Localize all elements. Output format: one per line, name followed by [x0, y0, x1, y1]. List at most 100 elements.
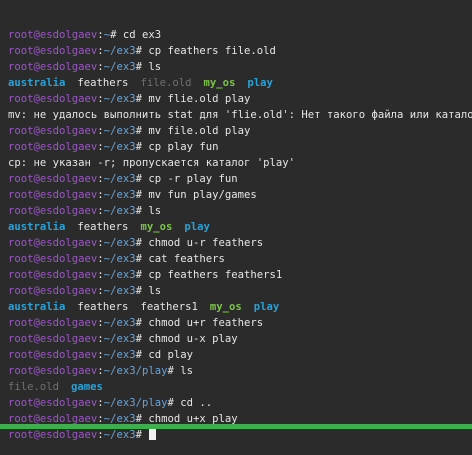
- ls-entry-dir: australia: [8, 77, 66, 89]
- ls-listing: australia feathers file.old my_os play: [8, 75, 472, 91]
- prompt-line: root@esdolgaev:~/ex3# ls: [8, 59, 472, 75]
- ls-entry-dir: australia: [8, 301, 66, 313]
- prompt-user: root@esdolgaev: [8, 317, 98, 329]
- prompt-user: root@esdolgaev: [8, 173, 98, 185]
- command-text: cp -r play fun: [141, 173, 238, 185]
- prompt-line: root@esdolgaev:~/ex3# chmod u-r feathers: [8, 235, 472, 251]
- ls-entry-file: feathers: [77, 221, 129, 233]
- prompt-line: root@esdolgaev:~/ex3# ls: [8, 283, 472, 299]
- prompt-path: ~/ex3: [103, 125, 136, 137]
- prompt-path: ~/ex3: [103, 253, 136, 265]
- prompt-line: root@esdolgaev:~/ex3# ls: [8, 203, 472, 219]
- prompt-user: root@esdolgaev: [8, 141, 98, 153]
- prompt-user: root@esdolgaev: [8, 397, 98, 409]
- prompt-path: ~/ex3: [103, 269, 136, 281]
- ls-entry-direxec: my_os: [203, 77, 236, 89]
- command-text: ls: [141, 205, 162, 217]
- prompt-path: ~/ex3: [103, 237, 136, 249]
- prompt-line: root@esdolgaev:~/ex3# mv fun play/games: [8, 187, 472, 203]
- output-text: cp: не указан -r; пропускается каталог '…: [8, 157, 296, 169]
- ls-entry-file: feathers1: [140, 301, 198, 313]
- ls-entry-dir: play: [253, 301, 280, 313]
- prompt-user: root@esdolgaev: [8, 61, 98, 73]
- command-text: cp feathers file.old: [141, 45, 276, 57]
- prompt-line: root@esdolgaev:~# cd ex3: [8, 27, 472, 43]
- prompt-path: ~/ex3/play: [103, 397, 168, 409]
- ls-entry-file: feathers: [77, 301, 129, 313]
- ls-listing: australia feathers my_os play: [8, 219, 472, 235]
- ls-listing: australia feathers feathers1 my_os play: [8, 299, 472, 315]
- command-text: ls: [173, 365, 193, 377]
- prompt-path: ~/ex3: [103, 93, 136, 105]
- ls-entry-dir: games: [71, 381, 103, 393]
- terminal-output: root@esdolgaev:~# cd ex3 root@esdolgaev:~…: [8, 27, 472, 443]
- prompt-line: root@esdolgaev:~/ex3# mv flie.old play: [8, 91, 472, 107]
- prompt-user: root@esdolgaev: [8, 285, 98, 297]
- prompt-user: root@esdolgaev: [8, 45, 98, 57]
- prompt-path: ~/ex3: [103, 285, 136, 297]
- prompt-line: root@esdolgaev:~/ex3# cp feathers feathe…: [8, 267, 472, 283]
- prompt-path: ~/ex3: [103, 349, 136, 361]
- prompt-line: root@esdolgaev:~/ex3# chmod u-x play: [8, 331, 472, 347]
- prompt-user: root@esdolgaev: [8, 349, 98, 361]
- ls-entry-direxec: my_os: [140, 221, 173, 233]
- prompt-line: root@esdolgaev:~/ex3# mv file.old play: [8, 123, 472, 139]
- prompt-line: root@esdolgaev:~/ex3# cp feathers file.o…: [8, 43, 472, 59]
- prompt-path: ~/ex3: [103, 173, 136, 185]
- command-text: [142, 429, 148, 441]
- prompt-line: root@esdolgaev:~/ex3# cat feathers: [8, 251, 472, 267]
- prompt-path: ~/ex3: [103, 205, 136, 217]
- command-text: cp play fun: [141, 141, 219, 153]
- prompt-user: root@esdolgaev: [8, 29, 98, 41]
- prompt-path: ~/ex3: [103, 189, 136, 201]
- prompt-user: root@esdolgaev: [8, 189, 98, 201]
- prompt-line: root@esdolgaev:~/ex3#: [8, 427, 472, 443]
- ls-entry-dir: australia: [8, 221, 66, 233]
- ls-entry-dir: play: [247, 77, 273, 89]
- status-bar: [0, 424, 472, 429]
- ls-entry-dir: play: [184, 221, 210, 233]
- command-text: mv flie.old play: [141, 93, 251, 105]
- prompt-user: root@esdolgaev: [8, 365, 98, 377]
- ls-entry-file: feathers: [77, 77, 129, 89]
- prompt-line: root@esdolgaev:~/ex3# cp play fun: [8, 139, 472, 155]
- prompt-path: ~/ex3: [103, 45, 136, 57]
- ls-listing: file.old games: [8, 379, 472, 395]
- prompt-line: root@esdolgaev:~/ex3# chmod u+r feathers: [8, 315, 472, 331]
- command-text: chmod u-r feathers: [141, 237, 264, 249]
- command-text: ls: [141, 285, 162, 297]
- command-text: mv fun play/games: [141, 189, 257, 201]
- command-text: cat feathers: [141, 253, 225, 265]
- prompt-line: root@esdolgaev:~/ex3# cp -r play fun: [8, 171, 472, 187]
- command-text: cd ..: [173, 397, 213, 409]
- terminal-window[interactable]: root@esdolgaev:~# cd ex3 root@esdolgaev:~…: [0, 0, 472, 441]
- prompt-line: root@esdolgaev:~/ex3# cd play: [8, 347, 472, 363]
- command-text: cd play: [141, 349, 193, 361]
- command-output: cp: не указан -r; пропускается каталог '…: [8, 155, 472, 171]
- output-text: mv: не удалось выполнить stat для 'flie.…: [8, 109, 472, 121]
- command-text: cp feathers feathers1: [141, 269, 283, 281]
- prompt-path: ~/ex3/play: [103, 365, 168, 377]
- command-text: mv file.old play: [141, 125, 251, 137]
- prompt-path: ~/ex3: [103, 141, 136, 153]
- prompt-path: ~/ex3: [103, 317, 136, 329]
- command-output: mv: не удалось выполнить stat для 'flie.…: [8, 107, 472, 123]
- prompt-path: ~/ex3: [103, 333, 136, 345]
- ls-entry-muted: file.old: [140, 77, 192, 89]
- prompt-user: root@esdolgaev: [8, 269, 98, 281]
- prompt-user: root@esdolgaev: [8, 93, 98, 105]
- prompt-user: root@esdolgaev: [8, 429, 98, 441]
- command-text: chmod u-x play: [141, 333, 238, 345]
- prompt-user: root@esdolgaev: [8, 125, 98, 137]
- ls-entry-direxec: my_os: [209, 301, 242, 313]
- prompt-user: root@esdolgaev: [8, 237, 98, 249]
- prompt-line: root@esdolgaev:~/ex3/play# cd ..: [8, 395, 472, 411]
- command-text: cd ex3: [116, 29, 162, 41]
- prompt-path: ~/ex3: [103, 429, 136, 441]
- prompt-user: root@esdolgaev: [8, 333, 98, 345]
- command-text: chmod u+r feathers: [141, 317, 264, 329]
- prompt-path: ~/ex3: [103, 61, 136, 73]
- prompt-line: root@esdolgaev:~/ex3/play# ls: [8, 363, 472, 379]
- command-text: ls: [141, 61, 162, 73]
- prompt-user: root@esdolgaev: [8, 205, 98, 217]
